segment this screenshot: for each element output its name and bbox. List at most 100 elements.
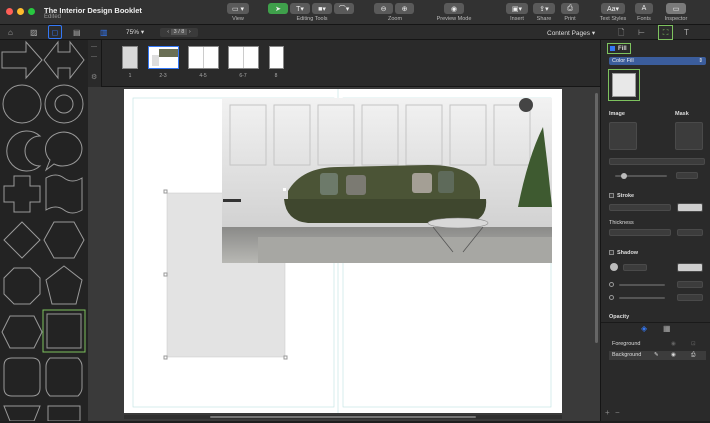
page-thumb-8[interactable] — [269, 46, 284, 69]
page-thumb-1[interactable] — [122, 46, 138, 69]
view-button[interactable]: ▭ ▾ — [227, 3, 249, 14]
home-icon[interactable]: ⌂ — [8, 25, 13, 40]
shadow-checkbox[interactable] — [609, 250, 614, 255]
fonts-button[interactable]: A — [635, 3, 653, 14]
shadow-angle-dial[interactable] — [610, 263, 618, 271]
eye-icon[interactable]: ◉ — [671, 340, 676, 349]
minimize-window-button[interactable] — [17, 8, 24, 15]
inspector-panel: Fill Color Fill ⇕ Image Mask Stroke Thic… — [600, 40, 710, 421]
print-button[interactable]: ⎙ — [561, 3, 579, 14]
page-thumbnails: 1 2-3 4-5 6-7 8 — [88, 40, 600, 87]
layers-icon[interactable]: ◈ — [641, 324, 647, 333]
next-page-icon[interactable]: › — [189, 29, 191, 35]
inspector-button[interactable]: ▭ — [666, 3, 686, 14]
thickness-field[interactable] — [677, 229, 703, 236]
layer-row[interactable]: Background ✎ ◉ ⎙ — [609, 351, 706, 360]
print-group: ⎙ Print — [560, 3, 580, 23]
title-bar: The Interior Design Booklet Edited ▭ ▾ V… — [0, 0, 710, 25]
printer-icon: ⎙ — [567, 4, 573, 12]
color-swatch-well[interactable] — [608, 69, 640, 101]
image-well[interactable] — [609, 122, 637, 150]
document-icon[interactable]: 🗋 — [618, 25, 624, 40]
shapes-library-icon[interactable]: ◻ — [48, 25, 62, 39]
remove-layer-icon[interactable]: − — [615, 408, 620, 417]
zoom-group: ⊖ ⊕ Zoom — [374, 3, 416, 23]
fill-checkbox[interactable] — [610, 46, 615, 51]
thickness-slider-track[interactable] — [609, 229, 671, 236]
shadow-offset-field[interactable] — [677, 281, 703, 288]
wave-flag-shape — [45, 174, 83, 214]
chevron-down-icon: ⇕ — [698, 58, 703, 64]
style-inspector-icon[interactable]: ⛶ — [658, 25, 673, 40]
close-window-button[interactable] — [6, 8, 13, 15]
handle-bottom-left — [163, 355, 168, 360]
mask-well[interactable] — [675, 122, 703, 150]
insert-button[interactable]: ▣▾ — [506, 3, 528, 14]
image-library-icon[interactable]: ▨ — [30, 25, 38, 40]
page-navigator[interactable]: ‹ 3 / 8 › — [160, 28, 198, 37]
inspector-label: Inspector — [664, 16, 688, 22]
editing-tools-label: Editing Tools — [296, 16, 328, 22]
cushion — [346, 175, 366, 195]
shadow-blur-field[interactable] — [677, 294, 703, 301]
zoom-window-button[interactable] — [28, 8, 35, 15]
coffee-table — [427, 217, 489, 229]
stroke-style-select[interactable] — [609, 204, 671, 211]
image-options-select[interactable] — [609, 158, 705, 165]
notched-square-shape — [45, 357, 83, 397]
text-styles-button[interactable]: Aa▾ — [601, 3, 625, 14]
share-button[interactable]: ⇪▾ — [533, 3, 555, 14]
page-thumb-2-3[interactable] — [148, 46, 179, 69]
slider-knob[interactable] — [621, 173, 627, 179]
add-layer-icon[interactable]: + — [605, 408, 610, 417]
shadow-color-well[interactable] — [677, 263, 703, 272]
lock-icon[interactable]: ⊡ — [691, 340, 696, 349]
pencil-icon[interactable]: ✎ — [654, 351, 659, 360]
settings-icon[interactable]: ⚙ — [91, 73, 97, 81]
editing-tools-group: ➤ T▾ ■▾ ⌒▾ Editing Tools — [268, 3, 356, 23]
page-layout-icon[interactable]: ▥ — [100, 25, 108, 40]
cross-shape — [3, 175, 41, 213]
shape-tool-button[interactable]: ■▾ — [312, 3, 332, 14]
image-opacity-field[interactable] — [676, 172, 698, 179]
text-tool-button[interactable]: T▾ — [290, 3, 310, 14]
vertical-scrollbar[interactable] — [595, 93, 598, 343]
zoom-out-button[interactable]: ⊖ — [374, 3, 393, 14]
fill-toggle[interactable]: Fill — [607, 43, 631, 54]
shadow-offset-slider[interactable] — [619, 284, 665, 286]
arrow-right-shape — [1, 40, 43, 80]
pointer-tool-button[interactable]: ➤ — [268, 3, 288, 14]
stroke-color-well[interactable] — [677, 203, 703, 212]
fill-type-select[interactable]: Color Fill ⇕ — [609, 57, 706, 65]
preview-mode-button[interactable]: ◉ — [444, 3, 464, 14]
layout-inspector-icon[interactable]: ⊢ — [638, 25, 645, 40]
eye-icon[interactable]: ◉ — [671, 351, 676, 360]
shadow-blur-slider[interactable] — [619, 297, 665, 299]
text-styles-icon: Aa▾ — [606, 5, 620, 13]
prev-page-icon[interactable]: ‹ — [167, 29, 169, 35]
layer-row[interactable]: Foreground ◉ ⊡ — [609, 340, 706, 349]
content-pages-select[interactable]: Content Pages ▾ — [547, 29, 595, 37]
zoom-in-button[interactable]: ⊕ — [395, 3, 414, 14]
zoom-level-select[interactable]: 75% ▾ — [126, 28, 144, 36]
grid-icon[interactable]: ▦ — [663, 324, 671, 333]
line-tool-button[interactable]: ⌒▾ — [334, 3, 354, 14]
preview-mode-label: Preview Mode — [436, 16, 472, 22]
color-swatch[interactable] — [612, 73, 636, 97]
stroke-checkbox[interactable] — [609, 193, 614, 198]
templates-icon[interactable]: ▤ — [73, 25, 81, 40]
font-icon: A — [641, 5, 647, 12]
page-thumb-label: 2-3 — [159, 73, 167, 79]
document-status: Edited — [44, 14, 62, 20]
secondary-toolbar: ⌂ ▨ ◻ ▤ ▥ 75% ▾ ‹ 3 / 8 › Content Pages … — [0, 25, 710, 40]
cushion — [320, 173, 338, 195]
fill-type-value: Color Fill — [612, 58, 634, 64]
pendant-lamp — [519, 98, 533, 112]
interior-photo[interactable] — [222, 98, 552, 263]
page-thumb-4-5[interactable] — [188, 46, 219, 69]
page-thumb-6-7[interactable] — [228, 46, 259, 69]
shadow-angle-field[interactable] — [623, 264, 647, 271]
rounded-square-shape — [3, 357, 41, 397]
text-inspector-icon[interactable]: T — [684, 25, 689, 40]
printer-icon[interactable]: ⎙ — [691, 351, 695, 360]
